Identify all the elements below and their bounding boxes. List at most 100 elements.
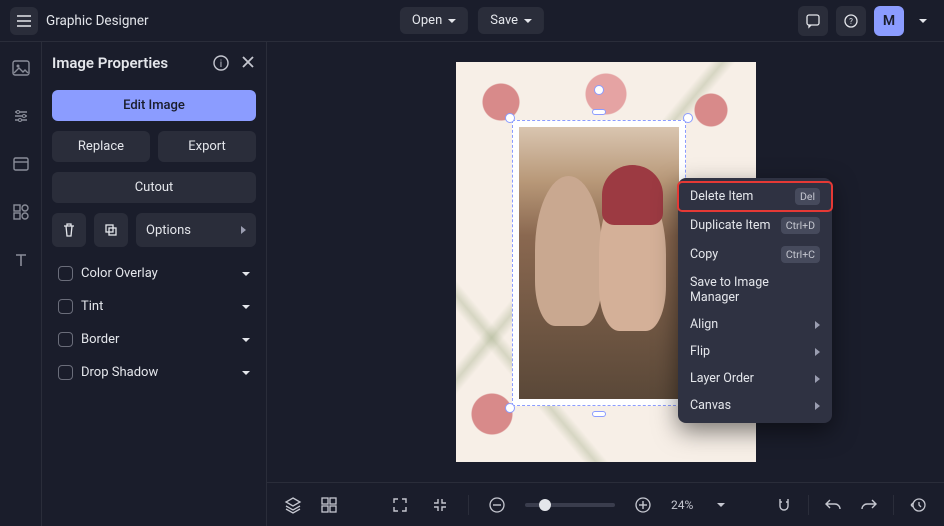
- menu-delete-item[interactable]: Delete Item Del: [678, 182, 832, 211]
- user-avatar[interactable]: M: [874, 6, 904, 36]
- rail-layers-button[interactable]: [7, 150, 35, 178]
- menu-duplicate-item[interactable]: Duplicate Item Ctrl+D: [678, 211, 832, 240]
- chevron-down-icon: [448, 19, 456, 23]
- chevron-right-icon: [241, 226, 246, 234]
- grid-view-button[interactable]: [317, 493, 341, 517]
- info-button[interactable]: i: [212, 54, 230, 72]
- panel-title: Image Properties: [52, 54, 168, 72]
- zoom-slider[interactable]: [525, 503, 615, 507]
- menu-shortcut: Ctrl+D: [781, 217, 820, 234]
- close-icon: [240, 54, 256, 70]
- accordion-label: Color Overlay: [81, 266, 158, 281]
- duplicate-icon: [103, 222, 119, 238]
- cutout-button[interactable]: Cutout: [52, 172, 256, 203]
- context-menu: Delete Item Del Duplicate Item Ctrl+D Co…: [678, 178, 832, 423]
- zoom-value: 24%: [671, 498, 701, 512]
- rail-adjust-button[interactable]: [7, 102, 35, 130]
- zoom-slider-thumb[interactable]: [539, 499, 551, 511]
- replace-button[interactable]: Replace: [52, 131, 150, 162]
- history-icon: [909, 496, 927, 514]
- rail-shapes-button[interactable]: [7, 198, 35, 226]
- menu-copy[interactable]: Copy Ctrl+C: [678, 240, 832, 269]
- app-title: Graphic Designer: [46, 13, 149, 29]
- svg-text:?: ?: [849, 17, 853, 26]
- bottombar-right: [772, 493, 930, 517]
- actual-size-button[interactable]: [428, 493, 452, 517]
- menu-canvas[interactable]: Canvas: [678, 392, 832, 419]
- chevron-right-icon: [815, 321, 820, 329]
- menu-label: Layer Order: [690, 371, 754, 386]
- checkbox[interactable]: [58, 365, 73, 380]
- menu-label: Save to Image Manager: [690, 275, 820, 305]
- help-button[interactable]: ?: [836, 6, 866, 36]
- snap-button[interactable]: [772, 493, 796, 517]
- bottombar-left: [281, 493, 341, 517]
- accordion-color-overlay[interactable]: Color Overlay: [52, 257, 256, 290]
- edit-image-button[interactable]: Edit Image: [52, 90, 256, 121]
- selected-image-frame[interactable]: [512, 120, 686, 406]
- canvas-stage[interactable]: [267, 42, 944, 482]
- menu-label: Copy: [690, 247, 718, 262]
- image-icon: [12, 59, 30, 77]
- tool-row: Options: [52, 213, 256, 247]
- magnet-icon: [776, 497, 792, 513]
- shapes-icon: [12, 203, 30, 221]
- close-panel-button[interactable]: [240, 54, 256, 72]
- checkbox[interactable]: [58, 299, 73, 314]
- open-button[interactable]: Open: [400, 7, 468, 34]
- collapse-icon: [432, 497, 448, 513]
- accordion-label: Tint: [81, 299, 103, 314]
- feedback-button[interactable]: [798, 6, 828, 36]
- topbar-center: Open Save: [400, 7, 544, 34]
- left-rail: [0, 42, 42, 526]
- fit-screen-button[interactable]: [388, 493, 412, 517]
- panel-header-icons: i: [212, 54, 256, 72]
- topbar: Graphic Designer Open Save ? M: [0, 0, 944, 42]
- menu-align[interactable]: Align: [678, 311, 832, 338]
- delete-tool-button[interactable]: [52, 213, 86, 247]
- menu-layer-order[interactable]: Layer Order: [678, 365, 832, 392]
- help-icon: ?: [843, 13, 859, 29]
- options-dropdown[interactable]: Options: [136, 213, 256, 247]
- chevron-down-icon: [242, 272, 250, 276]
- menu-save-to-image-manager[interactable]: Save to Image Manager: [678, 269, 832, 311]
- accordion-drop-shadow[interactable]: Drop Shadow: [52, 356, 256, 389]
- chevron-right-icon: [815, 348, 820, 356]
- trash-icon: [61, 222, 77, 238]
- chevron-down-icon: [242, 338, 250, 342]
- history-button[interactable]: [906, 493, 930, 517]
- rail-image-button[interactable]: [7, 54, 35, 82]
- zoom-dropdown[interactable]: [717, 503, 725, 507]
- checkbox[interactable]: [58, 332, 73, 347]
- chevron-right-icon: [815, 375, 820, 383]
- menu-label: Canvas: [690, 398, 731, 413]
- main-menu-button[interactable]: [10, 7, 38, 35]
- bottombar: 24%: [267, 482, 944, 526]
- duplicate-tool-button[interactable]: [94, 213, 128, 247]
- layers-view-button[interactable]: [281, 493, 305, 517]
- hamburger-icon: [17, 15, 31, 27]
- plus-circle-icon: [634, 496, 652, 514]
- expand-icon: [392, 497, 408, 513]
- menu-flip[interactable]: Flip: [678, 338, 832, 365]
- accordion-border[interactable]: Border: [52, 323, 256, 356]
- save-button[interactable]: Save: [478, 7, 544, 34]
- redo-button[interactable]: [857, 493, 881, 517]
- zoom-in-button[interactable]: [631, 493, 655, 517]
- chevron-down-icon: [524, 19, 532, 23]
- undo-button[interactable]: [821, 493, 845, 517]
- export-button[interactable]: Export: [158, 131, 256, 162]
- user-menu-button[interactable]: [912, 6, 934, 36]
- svg-text:i: i: [220, 59, 222, 70]
- properties-panel: Image Properties i Edit Image Replace Ex…: [42, 42, 267, 526]
- rail-text-button[interactable]: [7, 246, 35, 274]
- checkbox[interactable]: [58, 266, 73, 281]
- menu-label: Duplicate Item: [690, 218, 770, 233]
- zoom-out-button[interactable]: [485, 493, 509, 517]
- divider: [893, 495, 894, 515]
- chevron-right-icon: [815, 402, 820, 410]
- accordion-tint[interactable]: Tint: [52, 290, 256, 323]
- sliders-icon: [12, 107, 30, 125]
- bottombar-center: 24%: [353, 493, 760, 517]
- menu-label: Delete Item: [690, 189, 753, 204]
